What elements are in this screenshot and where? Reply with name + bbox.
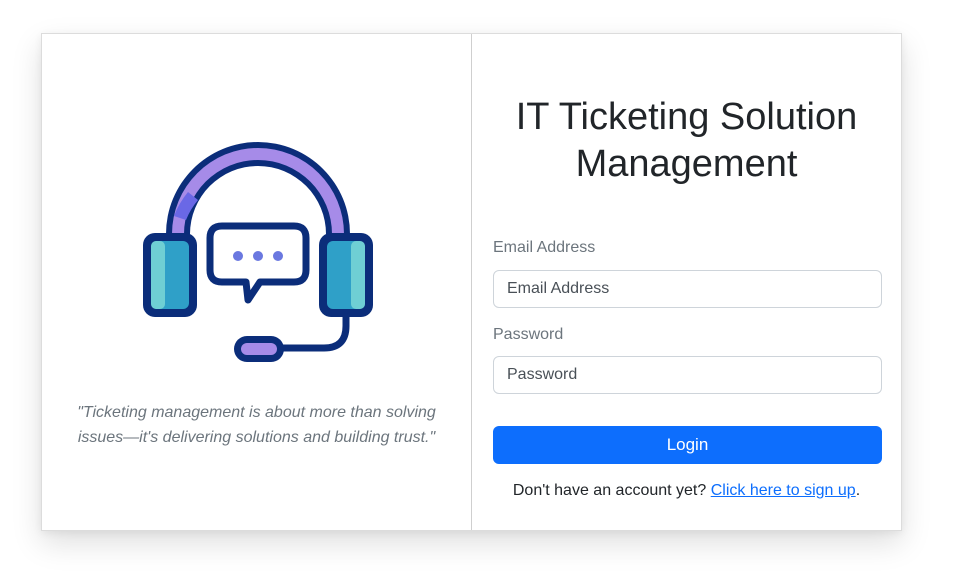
password-input[interactable] bbox=[493, 356, 882, 394]
login-button[interactable]: Login bbox=[493, 426, 882, 464]
password-label: Password bbox=[493, 326, 564, 343]
email-label: Email Address bbox=[493, 239, 596, 256]
page-title: IT Ticketing Solution Management bbox=[515, 96, 858, 185]
signup-prompt-line: Don't have an account yet? Click here to… bbox=[472, 482, 901, 500]
branding-panel: "Ticketing management is about more than… bbox=[42, 34, 472, 530]
signup-prompt-text: Don't have an account yet? bbox=[512, 482, 707, 499]
email-input[interactable] bbox=[493, 270, 882, 308]
tagline-quote: "Ticketing management is about more than… bbox=[77, 404, 436, 446]
signup-link[interactable]: Click here to sign up bbox=[711, 482, 856, 499]
signup-suffix: . bbox=[855, 482, 861, 499]
login-panel: IT Ticketing Solution Management Email A… bbox=[472, 34, 901, 530]
login-card: "Ticketing management is about more than… bbox=[41, 33, 902, 531]
headset-support-icon bbox=[140, 134, 376, 370]
